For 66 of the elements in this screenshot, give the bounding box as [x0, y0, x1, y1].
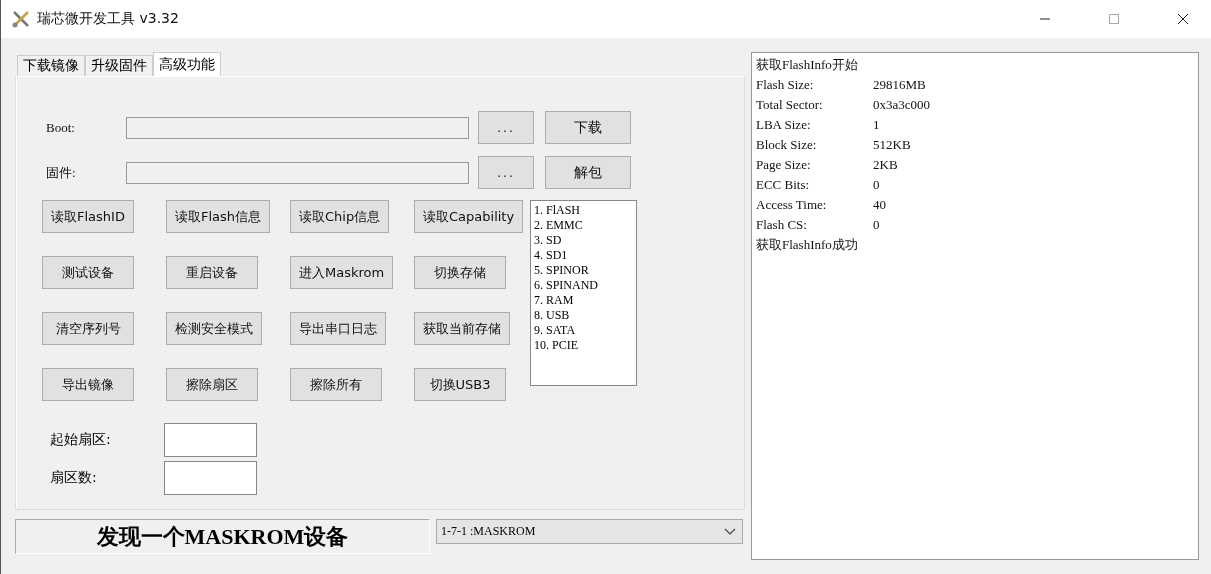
device-dropdown[interactable]: 1-7-1 :MASKROM — [436, 519, 743, 544]
storage-item[interactable]: 8. USB — [534, 308, 633, 323]
path-field[interactable] — [126, 116, 469, 139]
function-button[interactable]: 切换USB3 — [414, 368, 506, 401]
storage-item[interactable]: 7. RAM — [534, 293, 633, 308]
log-value: 29816MB — [873, 77, 926, 92]
function-button[interactable]: 测试设备 — [42, 256, 134, 289]
action-button[interactable]: 下载 — [545, 111, 631, 144]
function-button[interactable]: 进入Maskrom — [290, 256, 394, 289]
tab[interactable]: 升级固件 — [85, 55, 153, 76]
tab[interactable]: 高级功能 — [153, 52, 221, 76]
log-value: 2KB — [873, 157, 898, 172]
function-button[interactable]: 读取Flash信息 — [166, 200, 271, 233]
chevron-down-icon — [724, 527, 736, 536]
function-button[interactable]: 切换存储 — [414, 256, 506, 289]
function-button[interactable]: 读取FlashID — [42, 200, 134, 233]
field-label: 固件: — [45, 163, 77, 182]
storage-item[interactable]: 9. SATA — [534, 323, 633, 338]
browse-button[interactable]: ... — [478, 156, 534, 189]
log-key: Total Sector: — [756, 95, 873, 115]
log-key: Block Size: — [756, 135, 873, 155]
log-value: 0 — [873, 217, 880, 232]
log-value: 40 — [873, 197, 886, 212]
log-value: 0x3a3c000 — [873, 97, 931, 112]
tab[interactable]: 下载镜像 — [17, 55, 85, 76]
maximize-icon[interactable] — [1108, 13, 1120, 25]
function-button[interactable]: 读取Capability — [414, 200, 524, 233]
log-key: LBA Size: — [756, 115, 873, 135]
storage-item[interactable]: 2. EMMC — [534, 218, 633, 233]
function-button[interactable]: 清空序列号 — [42, 312, 134, 345]
storage-item[interactable]: 4. SD1 — [534, 248, 633, 263]
field-label: Boot: — [45, 119, 76, 136]
storage-item[interactable]: 5. SPINOR — [534, 263, 633, 278]
field-label: 起始扇区: — [49, 431, 112, 449]
function-button[interactable]: 擦除所有 — [290, 368, 382, 401]
function-button[interactable]: 导出串口日志 — [290, 312, 386, 345]
path-field[interactable] — [126, 161, 469, 184]
window-title: 瑞芯微开发工具 v3.32 — [37, 10, 179, 28]
input-field[interactable] — [164, 423, 257, 457]
log-value: 0 — [873, 177, 880, 192]
function-button[interactable]: 获取当前存储 — [414, 312, 510, 345]
close-icon[interactable] — [1177, 13, 1189, 25]
storage-item[interactable]: 3. SD — [534, 233, 633, 248]
log-key: Page Size: — [756, 155, 873, 175]
log-value: 512KB — [873, 137, 911, 152]
log-line: 获取FlashInfo开始 — [756, 56, 859, 74]
tools-icon — [11, 9, 31, 29]
input-field[interactable] — [164, 461, 257, 495]
log-key: Flash CS: — [756, 215, 873, 235]
log-key: Access Time: — [756, 195, 873, 215]
log-key: ECC Bits: — [756, 175, 873, 195]
browse-button[interactable]: ... — [478, 111, 534, 144]
log-line: 获取FlashInfo成功 — [756, 236, 859, 254]
function-button[interactable]: 重启设备 — [166, 256, 258, 289]
action-button[interactable]: 解包 — [545, 156, 631, 189]
log-key: Flash Size: — [756, 75, 873, 95]
field-label: 扇区数: — [49, 469, 98, 487]
function-button[interactable]: 读取Chip信息 — [290, 200, 390, 233]
storage-item[interactable]: 6. SPINAND — [534, 278, 633, 293]
storage-item[interactable]: 1. FlASH — [534, 203, 633, 218]
storage-item[interactable]: 10. PCIE — [534, 338, 633, 353]
function-button[interactable]: 导出镜像 — [42, 368, 134, 401]
log-value: 1 — [873, 117, 880, 132]
status-message: 发现一个MASKROM设备 — [15, 519, 430, 554]
function-button[interactable]: 擦除扇区 — [166, 368, 258, 401]
function-button[interactable]: 检测安全模式 — [166, 312, 262, 345]
